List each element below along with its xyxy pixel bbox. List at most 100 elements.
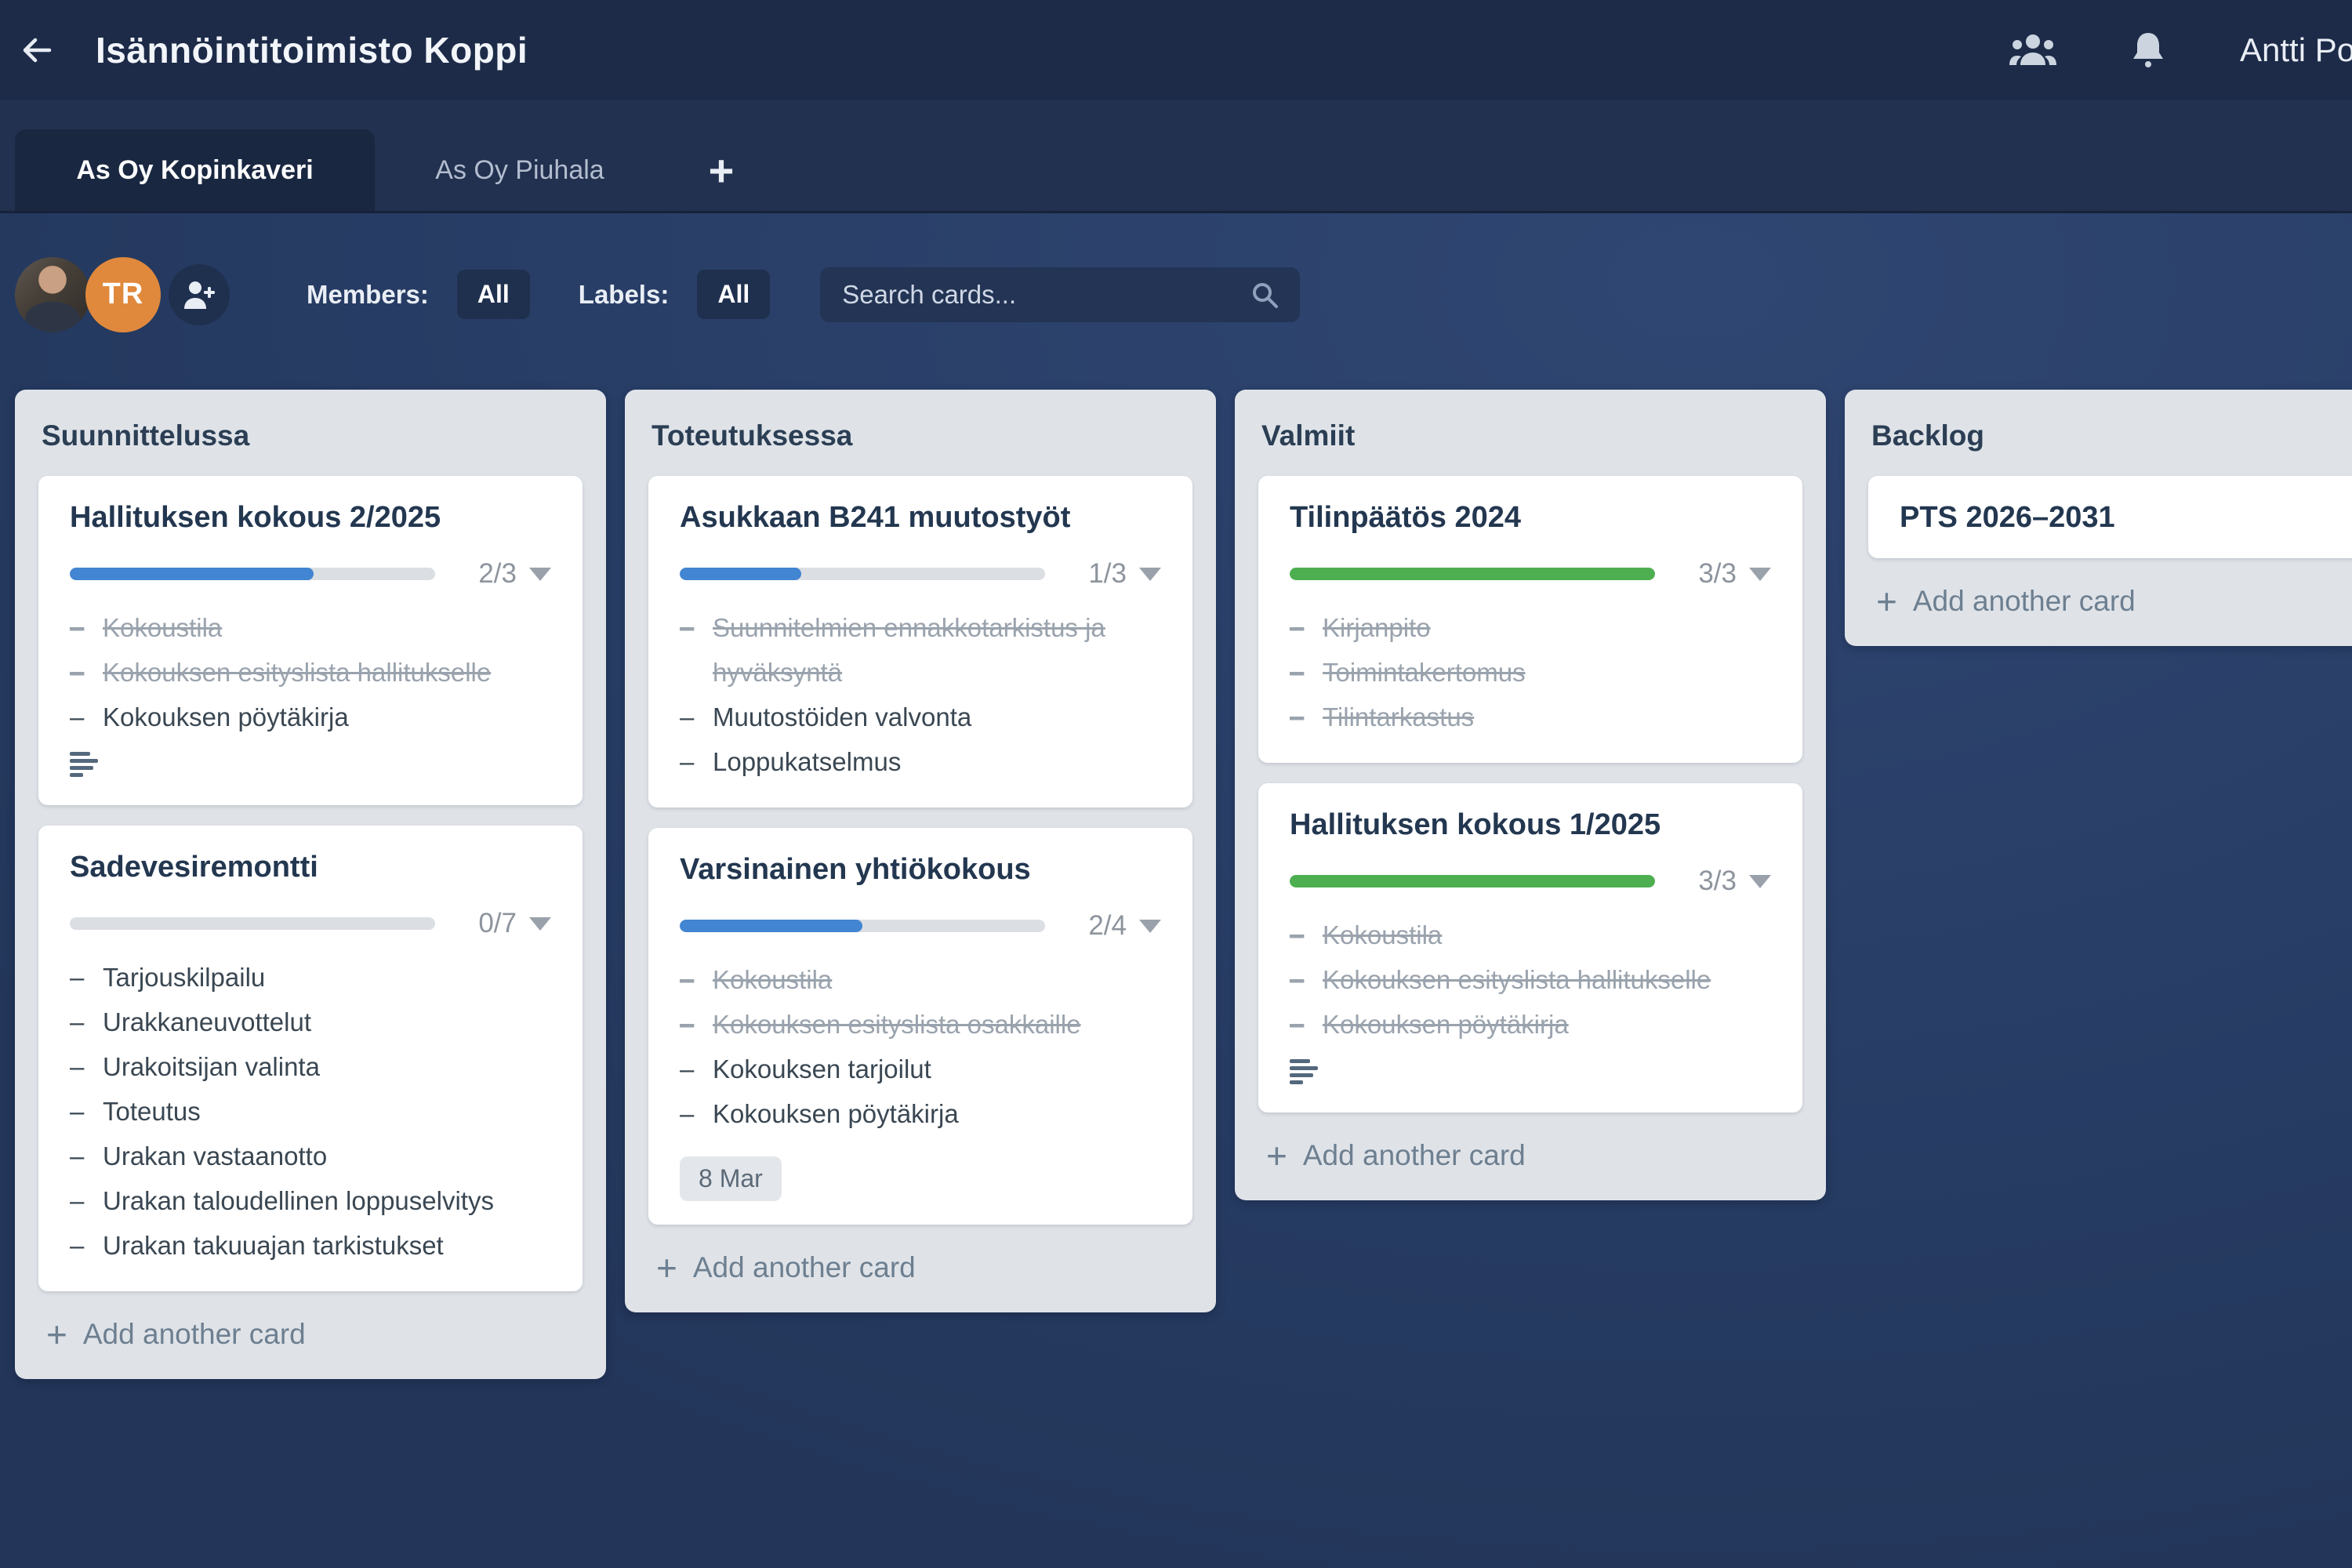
dash: – (70, 605, 103, 650)
progress-fraction: 2/3 (457, 558, 517, 590)
plus-icon: + (1266, 1138, 1287, 1174)
checklist-item-text: Kokouksen pöytäkirja (713, 1091, 1161, 1136)
checklist-item: –Toimintakertomus (1290, 650, 1771, 695)
dash: – (680, 957, 713, 1002)
labels-filter-value[interactable]: All (697, 270, 770, 319)
due-date-badge: 8 Mar (680, 1156, 782, 1201)
dash: – (70, 955, 103, 1000)
search-box (820, 267, 1300, 322)
progress-fraction: 2/4 (1067, 910, 1127, 942)
person-plus-icon (182, 281, 216, 309)
checklist-item-text: Toteutus (103, 1089, 551, 1134)
checklist-item: –Kokoustila (680, 957, 1161, 1002)
board: Suunnittelussa Hallituksen kokous 2/2025… (0, 390, 2352, 1379)
checklist-item: –Kirjanpito (1290, 605, 1771, 650)
checklist-item: –Suunnitelmien ennakkotarkistus ja hyväk… (680, 605, 1161, 695)
chevron-down-icon[interactable] (1139, 568, 1161, 581)
dash: – (1290, 1002, 1323, 1047)
plus-icon: + (46, 1316, 67, 1352)
dash: – (70, 1178, 103, 1223)
top-bar-right: Antti Po (2009, 0, 2352, 100)
search-input[interactable] (840, 279, 1250, 310)
checklist-item: –Kokouksen pöytäkirja (70, 695, 551, 739)
add-card-button[interactable]: + Add another card (1876, 583, 2352, 619)
search-icon[interactable] (1250, 280, 1279, 310)
progress-fill (680, 920, 862, 932)
add-card-button[interactable]: + Add another card (46, 1316, 575, 1352)
user-avatar-initials[interactable]: TR (85, 257, 161, 332)
checklist-item-text: Urakan taloudellinen loppuselvitys (103, 1178, 551, 1223)
card-pts-2026-2031[interactable]: PTS 2026–2031 (1868, 476, 2352, 558)
user-menu[interactable]: Antti Po (2240, 31, 2352, 69)
checklist-item: –Kokoustila (1290, 913, 1771, 957)
checklist: –Kokoustila –Kokouksen esityslista halli… (70, 605, 551, 739)
dash: – (1290, 650, 1323, 695)
column-backlog: Backlog PTS 2026–2031 + Add another card (1845, 390, 2352, 646)
dash: – (680, 605, 713, 695)
members-filter-value[interactable]: All (457, 270, 530, 319)
bell-icon[interactable] (2132, 31, 2165, 69)
progress-track (1290, 875, 1655, 887)
dash: – (70, 1044, 103, 1089)
add-member-button[interactable] (169, 264, 230, 325)
chevron-down-icon[interactable] (529, 568, 551, 581)
checklist: –Kokoustila –Kokouksen esityslista osakk… (680, 957, 1161, 1136)
add-board-button[interactable]: + (674, 129, 768, 211)
progress-fraction: 1/3 (1067, 558, 1127, 590)
progress-row: 2/3 (70, 558, 551, 590)
checklist-item: –Kokouksen pöytäkirja (680, 1091, 1161, 1136)
add-card-label: Add another card (1913, 585, 2136, 618)
members-filter-label: Members: (307, 280, 429, 310)
checklist-item-text: Muutostöiden valvonta (713, 695, 1161, 739)
checklist-item: –Loppukatselmus (680, 739, 1161, 784)
checklist-item-text: Kokouksen esityslista hallitukselle (103, 650, 551, 695)
card-title: Varsinainen yhtiökokous (680, 853, 1161, 887)
dash: – (680, 1002, 713, 1047)
checklist-item: –Kokouksen esityslista hallitukselle (70, 650, 551, 695)
checklist-item-text: Urakoitsijan valinta (103, 1044, 551, 1089)
card-title: Asukkaan B241 muutostyöt (680, 501, 1161, 535)
user-avatar-photo[interactable] (15, 257, 90, 332)
page-title: Isännöintitoimisto Koppi (96, 29, 528, 71)
dash: – (680, 1091, 713, 1136)
card-asukkaan-b241-muutostyot[interactable]: Asukkaan B241 muutostyöt 1/3 –Suunnitelm… (648, 476, 1192, 808)
card-varsinainen-yhtiokokous[interactable]: Varsinainen yhtiökokous 2/4 –Kokoustila … (648, 828, 1192, 1225)
checklist-item-text: Kokoustila (103, 605, 551, 650)
members-icon[interactable] (2009, 34, 2056, 67)
progress-track (70, 568, 435, 580)
tab-as-oy-kopinkaveri[interactable]: As Oy Kopinkaveri (15, 129, 375, 211)
progress-track (1290, 568, 1655, 580)
card-sadevesiremontti[interactable]: Sadevesiremontti 0/7 –Tarjouskilpailu –U… (38, 826, 583, 1291)
checklist: –Kirjanpito –Toimintakertomus –Tilintark… (1290, 605, 1771, 739)
add-card-button[interactable]: + Add another card (656, 1250, 1185, 1286)
dash: – (680, 1047, 713, 1091)
add-card-label: Add another card (693, 1251, 916, 1284)
description-icon (70, 752, 551, 782)
dash: – (1290, 957, 1323, 1002)
card-title: PTS 2026–2031 (1900, 501, 2352, 535)
card-hallituksen-kokous-2-2025[interactable]: Hallituksen kokous 2/2025 2/3 –Kokoustil… (38, 476, 583, 805)
column-toteutuksessa: Toteutuksessa Asukkaan B241 muutostyöt 1… (625, 390, 1216, 1312)
checklist-item: –Urakan taloudellinen loppuselvitys (70, 1178, 551, 1223)
dash: – (1290, 695, 1323, 739)
card-tilinpaatos-2024[interactable]: Tilinpäätös 2024 3/3 –Kirjanpito –Toimin… (1258, 476, 1802, 763)
dash: – (70, 1089, 103, 1134)
card-hallituksen-kokous-1-2025[interactable]: Hallituksen kokous 1/2025 3/3 –Kokoustil… (1258, 783, 1802, 1112)
chevron-down-icon[interactable] (1139, 920, 1161, 933)
progress-fill (1290, 875, 1655, 887)
checklist-item: –Tarjouskilpailu (70, 955, 551, 1000)
top-bar: Isännöintitoimisto Koppi Antti Po (0, 0, 2352, 100)
add-card-label: Add another card (83, 1318, 306, 1351)
add-card-button[interactable]: + Add another card (1266, 1138, 1795, 1174)
add-card-label: Add another card (1303, 1139, 1526, 1172)
progress-track (680, 568, 1045, 580)
card-title: Sadevesiremontti (70, 851, 551, 884)
chevron-down-icon[interactable] (529, 917, 551, 931)
chevron-down-icon[interactable] (1749, 568, 1771, 581)
checklist-item-text: Suunnitelmien ennakkotarkistus ja hyväks… (713, 605, 1161, 695)
back-button[interactable] (11, 25, 61, 75)
tab-as-oy-piuhala[interactable]: As Oy Piuhala (375, 129, 665, 211)
chevron-down-icon[interactable] (1749, 875, 1771, 888)
app-root: Isännöintitoimisto Koppi Antti Po As Oy … (0, 0, 2352, 1568)
checklist-item-text: Kokouksen pöytäkirja (1323, 1002, 1771, 1047)
